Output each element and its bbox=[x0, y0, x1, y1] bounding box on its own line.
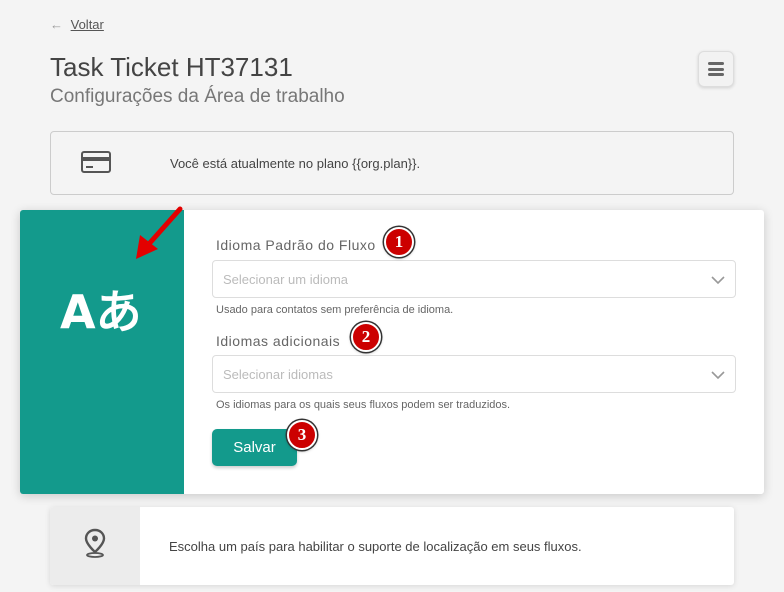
plan-text: Você está atualmente no plano {{org.plan… bbox=[170, 156, 421, 171]
plan-card: Você está atualmente no plano {{org.plan… bbox=[50, 131, 734, 195]
default-language-select[interactable]: Selecionar um idioma bbox=[212, 260, 736, 298]
additional-languages-label: Idiomas adicionais bbox=[216, 333, 341, 349]
translate-icon-glyph: Aあ bbox=[60, 285, 142, 336]
hamburger-icon bbox=[708, 62, 724, 76]
page-title: Task Ticket HT37131 bbox=[50, 52, 293, 82]
default-language-label: Idioma Padrão do Fluxo bbox=[216, 237, 376, 253]
red-arrow-icon bbox=[136, 206, 183, 259]
back-link-label[interactable]: Voltar bbox=[71, 17, 104, 32]
additional-languages-placeholder: Selecionar idiomas bbox=[223, 367, 333, 382]
save-button[interactable]: Salvar bbox=[212, 429, 297, 466]
additional-languages-help: Os idiomas para os quais seus fluxos pod… bbox=[216, 399, 511, 411]
step-badge-1: 1 bbox=[384, 227, 414, 257]
location-text: Escolha um país para habilitar o suporte… bbox=[169, 539, 582, 554]
location-card-sidebar bbox=[50, 507, 140, 585]
location-card: Escolha um país para habilitar o suporte… bbox=[50, 507, 734, 585]
step-badge-3: 3 bbox=[287, 420, 317, 450]
chevron-down-icon bbox=[711, 371, 725, 380]
credit-card-icon bbox=[81, 151, 111, 173]
translate-icon: Aあ bbox=[60, 285, 142, 336]
back-arrow-icon: ← bbox=[50, 17, 63, 32]
additional-languages-select[interactable]: Selecionar idiomas bbox=[212, 355, 736, 393]
default-language-help: Usado para contatos sem preferência de i… bbox=[216, 304, 454, 316]
location-pin-icon bbox=[84, 528, 106, 558]
page-subtitle: Configurações da Área de trabalho bbox=[50, 86, 345, 107]
step-badge-2: 2 bbox=[351, 322, 381, 352]
back-link[interactable]: ← Voltar bbox=[50, 17, 104, 32]
chevron-down-icon bbox=[711, 276, 725, 285]
menu-button[interactable] bbox=[698, 51, 734, 87]
default-language-placeholder: Selecionar um idioma bbox=[223, 272, 349, 287]
